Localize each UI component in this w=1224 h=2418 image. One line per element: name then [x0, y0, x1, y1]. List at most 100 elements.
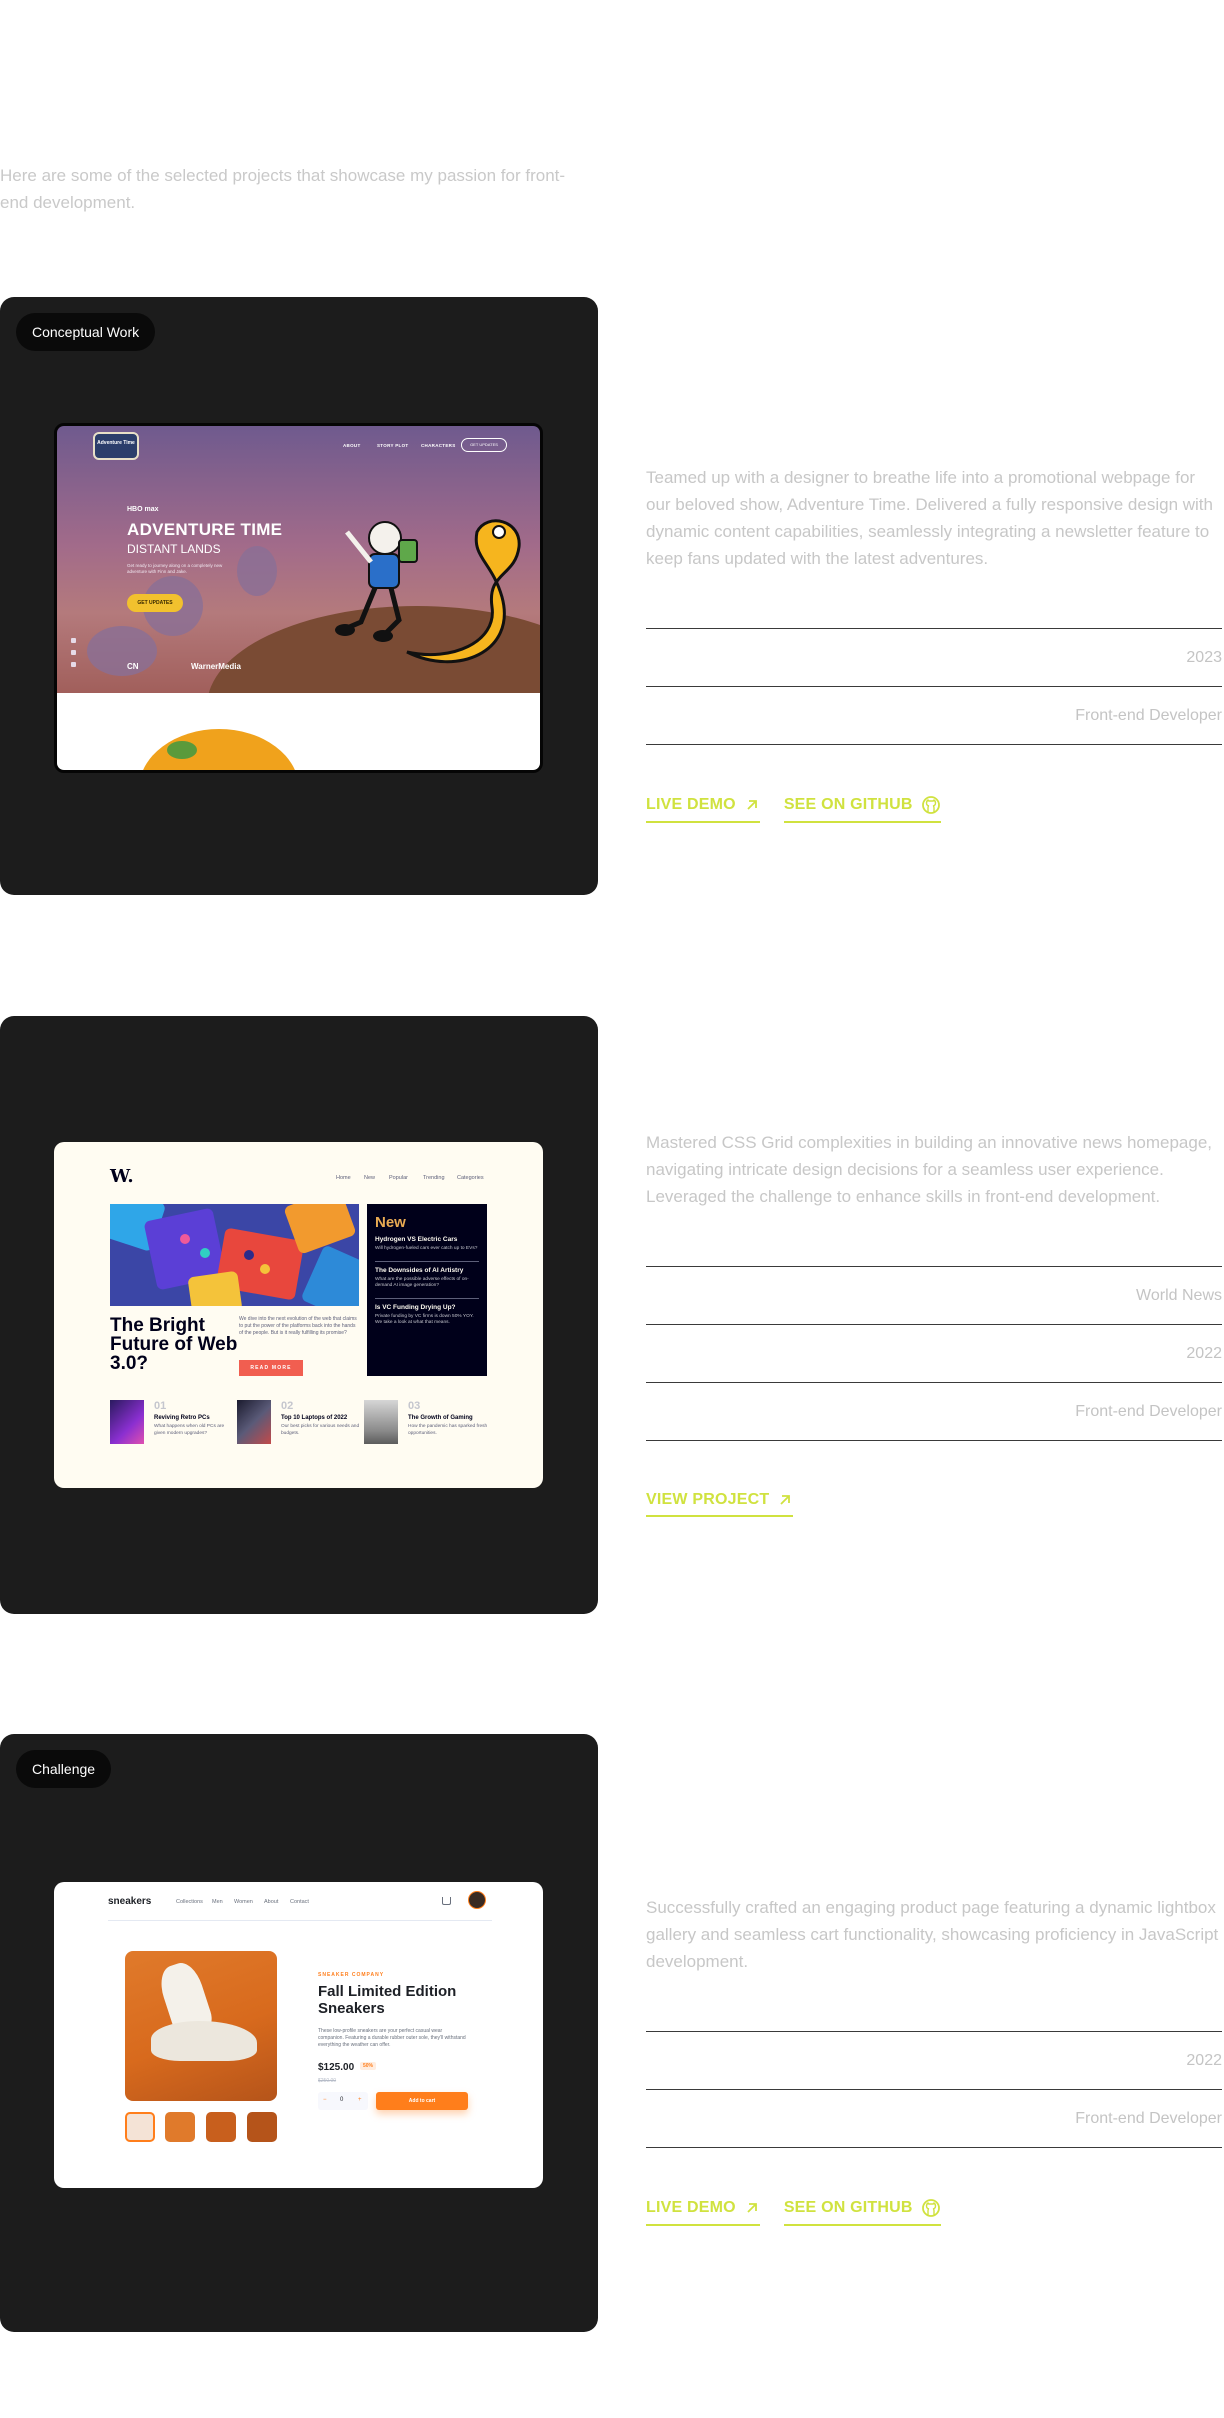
project-links: VIEW PROJECT: [646, 1491, 1222, 1517]
arrow-up-right-icon: [747, 800, 757, 810]
product-title: Fall Limited Edition Sneakers: [318, 1983, 457, 2017]
project-meta: 2023 Front-end Developer: [646, 628, 1222, 745]
link-label: LIVE DEMO: [646, 796, 736, 813]
github-link[interactable]: SEE ON GITHUB: [783, 2198, 941, 2226]
nav-home: Home: [336, 1175, 351, 1181]
article-thumbnail: [110, 1400, 144, 1444]
project-client: World News: [646, 1267, 1222, 1325]
site-logo: W.: [110, 1166, 134, 1187]
product-company: SNEAKER COMPANY: [318, 1972, 385, 1978]
nav-updates-button: GET UPDATES: [461, 438, 507, 452]
bottom-article: 01 Reviving Retro PCs What happens when …: [110, 1400, 234, 1444]
project-role: Front-end Developer: [646, 1383, 1222, 1441]
gallery-thumbnail: [125, 2112, 155, 2142]
product-main-image: [125, 1951, 277, 2101]
article-number: 03: [408, 1400, 421, 1412]
instagram-icon: [71, 662, 76, 667]
project-card[interactable]: Challenge sneakers Collections Men Women…: [0, 1734, 598, 2332]
link-label: SEE ON GITHUB: [783, 2199, 913, 2216]
project-info: Teamed up with a designer to breathe lif…: [646, 464, 1222, 823]
nav-about: ABOUT: [343, 443, 361, 448]
nav-popular: Popular: [389, 1175, 408, 1181]
live-demo-link[interactable]: LIVE DEMO: [646, 795, 760, 823]
github-link[interactable]: SEE ON GITHUB: [783, 795, 941, 823]
hero-title: ADVENTURE TIME: [127, 520, 283, 539]
nav-about: About: [264, 1899, 279, 1905]
header-divider: [108, 1920, 492, 1921]
plus-icon: +: [358, 2097, 362, 2103]
twitter-icon: [71, 650, 76, 655]
project-role: Front-end Developer: [646, 687, 1222, 745]
bottom-article: 02 Top 10 Laptops of 2022 Our best picks…: [237, 1400, 361, 1444]
quantity-value: 0: [340, 2097, 344, 2103]
view-project-link[interactable]: VIEW PROJECT: [646, 1491, 794, 1517]
quantity-stepper: − 0 +: [318, 2092, 368, 2110]
new-item-text: What are the possible adverse effects of…: [375, 1276, 469, 1289]
new-item: Hydrogen VS Electric Cars Will hydrogen-…: [375, 1231, 479, 1262]
project-description: Teamed up with a designer to breathe lif…: [646, 468, 1213, 568]
project-year: 2022: [646, 1325, 1222, 1383]
nav-story-plot: STORY PLOT: [377, 443, 409, 448]
project-screenshot: W. Home New Popular Trending Categories …: [54, 1142, 543, 1488]
nav-collections: Collections: [176, 1899, 203, 1905]
bottom-article: 03 The Growth of Gaming How the pandemic…: [364, 1400, 488, 1444]
project-links: LIVE DEMO SEE ON GITHUB: [646, 2198, 1222, 2226]
new-item: Is VC Funding Drying Up? Private funding…: [375, 1299, 479, 1335]
hero-blurb: Get ready to journey along on a complete…: [127, 563, 223, 574]
nav-women: Women: [234, 1899, 253, 1905]
project-card[interactable]: Conceptual Work Adventure Time ABOUT STO…: [0, 297, 598, 895]
project-role: Front-end Developer: [646, 2090, 1222, 2148]
new-item-text: Private funding by VC firms is down 50% …: [375, 1313, 474, 1326]
product-price: $125.00: [318, 2062, 355, 2073]
minus-icon: −: [323, 2097, 327, 2103]
gallery-thumbnail: [247, 2112, 277, 2142]
intro-text: Here are some of the selected projects t…: [0, 166, 566, 212]
read-more-button: READ MORE: [239, 1360, 303, 1376]
article-thumbnail: [237, 1400, 271, 1444]
github-icon: [921, 2199, 940, 2217]
new-item-title: The Downsides of AI Artistry: [375, 1266, 464, 1274]
nav-new: New: [364, 1175, 376, 1181]
article-title: Reviving Retro PCs: [154, 1415, 210, 1421]
project-world-news: W. Home New Popular Trending Categories …: [0, 1016, 1224, 1614]
project-year: 2022: [646, 2032, 1222, 2090]
article-text: How the pandemic has sparked fresh oppor…: [408, 1424, 488, 1436]
new-item: The Downsides of AI Artistry What are th…: [375, 1262, 479, 1299]
article-text: Our best picks for various needs and bud…: [281, 1424, 360, 1436]
project-screenshot: Adventure Time ABOUT STORY PLOT CHARACTE…: [54, 423, 543, 773]
new-item-title: Hydrogen VS Electric Cars: [375, 1236, 458, 1243]
nav-characters: CHARACTERS: [421, 443, 456, 448]
gallery-thumbnail: [206, 2112, 236, 2142]
article-number: 02: [281, 1400, 294, 1412]
finn-and-jake-illustration: [335, 519, 521, 664]
avatar: [468, 1891, 486, 1909]
article-title: Top 10 Laptops of 2022: [281, 1415, 348, 1421]
project-tag: Conceptual Work: [16, 313, 156, 351]
hero-subtitle: DISTANT LANDS: [127, 542, 221, 556]
warnermedia-logo: WarnerMedia: [191, 662, 241, 671]
project-year: 2023: [646, 629, 1222, 687]
below-fold-section: [57, 693, 540, 770]
hero-paragraph: We dive into the next evolution of the w…: [239, 1316, 357, 1336]
site-logo: sneakers: [108, 1896, 152, 1907]
hero-image: [110, 1204, 359, 1306]
article-text: What happens when old PCs are given mode…: [154, 1424, 225, 1436]
nav-contact: Contact: [290, 1899, 309, 1905]
hero-cta: GET UPDATES: [127, 594, 183, 612]
hero-section: Adventure Time ABOUT STORY PLOT CHARACTE…: [57, 426, 540, 693]
project-screenshot: sneakers Collections Men Women About Con…: [54, 1882, 543, 2188]
project-card[interactable]: W. Home New Popular Trending Categories …: [0, 1016, 598, 1614]
gallery-thumbnail: [165, 2112, 195, 2142]
link-label: VIEW PROJECT: [646, 1491, 770, 1508]
new-heading: New: [375, 1214, 406, 1231]
live-demo-link[interactable]: LIVE DEMO: [646, 2198, 760, 2226]
project-description: Mastered CSS Grid complexities in buildi…: [646, 1133, 1213, 1206]
discount-badge: 50%: [360, 2062, 377, 2070]
article-title: The Growth of Gaming: [408, 1415, 473, 1421]
site-logo: Adventure Time: [93, 432, 139, 460]
github-icon: [921, 796, 940, 814]
project-tag: Challenge: [16, 1750, 112, 1788]
brand-label: HBO max: [127, 506, 159, 513]
new-item-title: Is VC Funding Drying Up?: [375, 1303, 456, 1311]
project-adventure-time: Conceptual Work Adventure Time ABOUT STO…: [0, 297, 1224, 895]
